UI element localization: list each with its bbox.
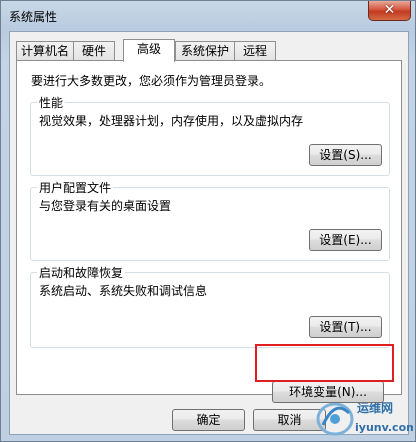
ok-button[interactable]: 确定 [172,409,245,431]
startup-recovery-group: 启动和故障恢复 系统启动、系统失败和调试信息 设置(T)... [30,264,390,348]
dialog-window: 系统属性 ✕ 计算机名 硬件 高级 系统保护 远程 要进行大多数更改，您必须作为… [0,0,416,442]
performance-group-title: 性能 [37,94,66,111]
window-title: 系统属性 [9,10,58,24]
user-profiles-group: 用户配置文件 与您登录有关的桌面设置 设置(E)... [30,179,390,261]
user-profiles-description: 与您登录有关的桌面设置 [39,199,172,213]
environment-variables-button[interactable]: 环境变量(N)... [272,381,384,403]
tab-remote[interactable]: 远程 [234,41,276,60]
tab-advanced[interactable]: 高级 [123,39,175,62]
performance-settings-button[interactable]: 设置(S)... [309,144,382,166]
cancel-button[interactable]: 取消 [253,409,326,431]
admin-note: 要进行大多数更改，您必须作为管理员登录。 [31,74,272,88]
tab-computer-name[interactable]: 计算机名 [16,41,74,60]
tab-hardware[interactable]: 硬件 [73,41,115,60]
dialog-client-area: 计算机名 硬件 高级 系统保护 远程 要进行大多数更改，您必须作为管理员登录。 … [9,31,409,435]
startup-recovery-group-title: 启动和故障恢复 [37,264,126,281]
close-button[interactable]: ✕ [368,1,411,21]
close-icon: ✕ [383,2,396,18]
performance-group: 性能 视觉效果，处理器计划，内存使用，以及虚拟内存 设置(S)... [30,94,390,176]
user-profiles-group-title: 用户配置文件 [37,179,114,196]
title-bar[interactable]: 系统属性 ✕ [1,1,416,31]
tab-system-protection[interactable]: 系统保护 [175,41,235,60]
highlight-box [255,344,394,382]
user-profiles-settings-button[interactable]: 设置(E)... [309,229,382,251]
startup-recovery-description: 系统启动、系统失败和调试信息 [39,284,208,298]
startup-recovery-settings-button[interactable]: 设置(T)... [309,316,382,338]
performance-description: 视觉效果，处理器计划，内存使用，以及虚拟内存 [39,114,304,128]
